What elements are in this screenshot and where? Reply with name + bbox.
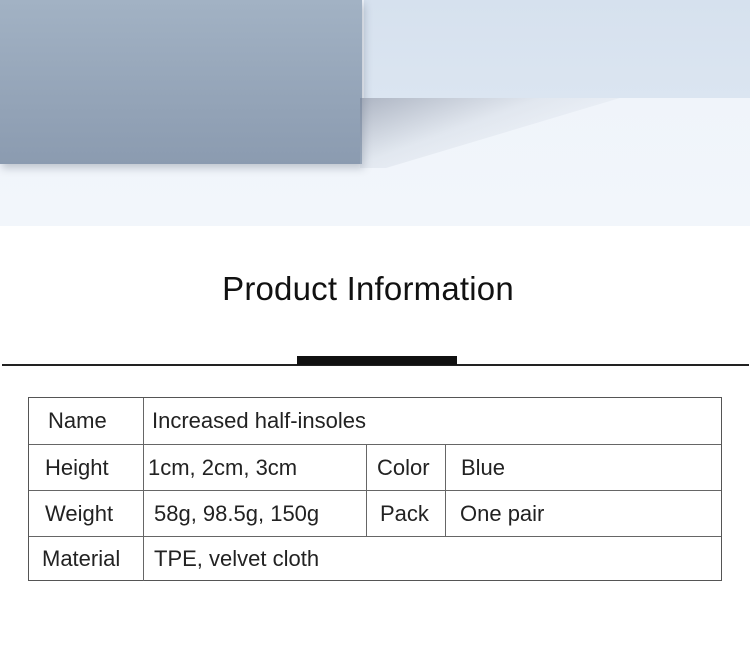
banner-light-panel (364, 0, 750, 98)
section-title: Product Information (222, 270, 514, 307)
spec-divider (143, 445, 144, 490)
spec-label-height: Height (45, 454, 109, 480)
spec-label-color: Color (377, 454, 430, 480)
spec-table: Name Increased half-insoles Height 1cm, … (28, 397, 722, 581)
spec-divider (366, 445, 367, 490)
product-banner-image (0, 0, 750, 226)
spec-label-pack: Pack (380, 500, 429, 526)
spec-value-material: TPE, velvet cloth (154, 546, 320, 571)
spec-divider (366, 491, 367, 536)
spec-value-pack: One pair (460, 500, 545, 526)
spec-value-height: 1cm, 2cm, 3cm (148, 454, 298, 480)
spec-divider (445, 491, 446, 536)
banner-shadow (360, 98, 620, 168)
spec-value-weight: 58g, 98.5g, 150g (154, 500, 320, 526)
spec-label-weight: Weight (45, 500, 114, 526)
spec-value-color: Blue (461, 454, 506, 480)
title-divider-accent (297, 356, 457, 365)
banner-insole-block (0, 0, 362, 164)
spec-value-name: Increased half-insoles (152, 408, 367, 433)
spec-divider (143, 491, 144, 536)
spec-row-height: Height 1cm, 2cm, 3cm Color Blue (29, 445, 721, 491)
product-info-page: Product Information Name Increased half-… (0, 0, 750, 652)
spec-row-material: Material TPE, velvet cloth (29, 537, 721, 581)
spec-divider (143, 398, 144, 444)
spec-label-name: Name (48, 408, 107, 433)
spec-divider (143, 537, 144, 581)
spec-row-weight: Weight 58g, 98.5g, 150g Pack One pair (29, 491, 721, 537)
spec-row-name: Name Increased half-insoles (29, 398, 721, 445)
spec-label-material: Material (42, 546, 121, 571)
spec-divider (445, 445, 446, 490)
